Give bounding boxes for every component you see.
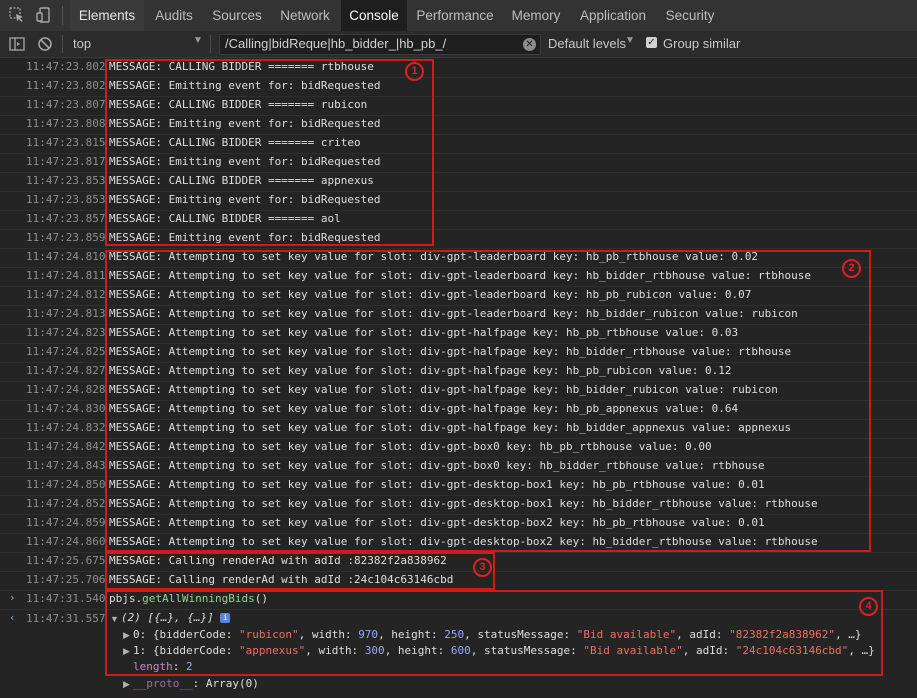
tab-elements[interactable]: Elements [70, 0, 144, 31]
timestamp: 11:47:24.850 [26, 478, 106, 491]
timestamp: 11:47:24.832 [26, 421, 106, 434]
filter-input-value: /Calling|bidReque|hb_bidder_|hb_pb_/ [225, 36, 447, 51]
tab-sources[interactable]: Sources [205, 0, 269, 31]
tab-performance[interactable]: Performance [410, 0, 500, 31]
input-prompt-icon: › [9, 591, 16, 604]
timestamp: 11:47:24.843 [26, 459, 106, 472]
timestamp: 11:47:24.859 [26, 516, 106, 529]
tab-memory[interactable]: Memory [504, 0, 568, 31]
log-levels-dropdown[interactable]: Default levels [548, 36, 626, 51]
timestamp: 11:47:23.817 [26, 155, 106, 168]
inspect-element-icon[interactable] [8, 6, 26, 24]
tab-audits[interactable]: Audits [146, 0, 202, 31]
timestamp: 11:47:23.802 [26, 79, 106, 92]
tab-application[interactable]: Application [572, 0, 654, 31]
annotation-box-3 [105, 552, 495, 590]
console-filter-bar: top ▼ /Calling|bidReque|hb_bidder_|hb_pb… [0, 31, 917, 58]
timestamp: 11:47:23.853 [26, 174, 106, 187]
timestamp: 11:47:24.823 [26, 326, 106, 339]
timestamp: 11:47:24.830 [26, 402, 106, 415]
device-toolbar-icon[interactable] [35, 6, 53, 24]
chevron-down-icon: ▼ [193, 35, 203, 46]
annotation-box-1 [105, 59, 434, 246]
timestamp: 11:47:23.853 [26, 193, 106, 206]
result-proto-row[interactable]: ▶ __proto__: Array(0) [0, 676, 917, 692]
timestamp: 11:47:24.842 [26, 440, 106, 453]
clear-console-icon[interactable] [36, 35, 54, 53]
tab-network[interactable]: Network [273, 0, 337, 31]
annotation-badge-3: 3 [473, 558, 492, 577]
timestamp: 11:47:23.815 [26, 136, 106, 149]
timestamp: 11:47:31.540 [26, 592, 106, 605]
timestamp: 11:47:23.808 [26, 117, 106, 130]
timestamp: 11:47:23.807 [26, 98, 106, 111]
show-sidebar-icon[interactable] [8, 35, 26, 53]
timestamp: 11:47:24.828 [26, 383, 106, 396]
context-selector[interactable]: top [73, 36, 91, 51]
timestamp: 11:47:23.859 [26, 231, 106, 244]
timestamp: 11:47:24.860 [26, 535, 106, 548]
annotation-box-2 [105, 250, 871, 552]
devtools-tab-bar: Elements Audits Sources Network Console … [0, 0, 917, 32]
expand-triangle-icon[interactable]: ▶ [123, 679, 130, 690]
annotation-badge-1: 1 [405, 62, 424, 81]
timestamp: 11:47:23.802 [26, 60, 106, 73]
filter-divider [210, 35, 211, 53]
timestamp: 11:47:24.827 [26, 364, 106, 377]
proto-property: __proto__: Array(0) [133, 677, 259, 690]
timestamp: 11:47:24.852 [26, 497, 106, 510]
group-similar-label: Group similar [663, 36, 741, 51]
annotation-badge-4: 4 [859, 597, 878, 616]
group-similar-checkbox[interactable]: ✓ [646, 37, 657, 48]
toolbar-divider [62, 6, 63, 25]
annotation-badge-2: 2 [842, 259, 861, 278]
timestamp: 11:47:23.857 [26, 212, 106, 225]
timestamp: 11:47:31.557 [26, 612, 106, 625]
clear-filter-icon[interactable]: ✕ [523, 38, 536, 51]
filter-input[interactable]: /Calling|bidReque|hb_bidder_|hb_pb_/ ✕ [219, 34, 541, 55]
timestamp: 11:47:24.825 [26, 345, 106, 358]
annotation-box-4 [105, 590, 883, 676]
filter-divider [62, 35, 63, 53]
timestamp: 11:47:24.810 [26, 250, 106, 263]
timestamp: 11:47:25.675 [26, 554, 106, 567]
timestamp: 11:47:24.811 [26, 269, 106, 282]
timestamp: 11:47:25.706 [26, 573, 106, 586]
result-arrow-icon: ‹ [9, 611, 16, 624]
timestamp: 11:47:24.813 [26, 307, 106, 320]
chevron-down-icon: ▼ [625, 35, 635, 46]
timestamp: 11:47:24.812 [26, 288, 106, 301]
tab-security[interactable]: Security [658, 0, 722, 31]
tab-console[interactable]: Console [341, 0, 407, 31]
